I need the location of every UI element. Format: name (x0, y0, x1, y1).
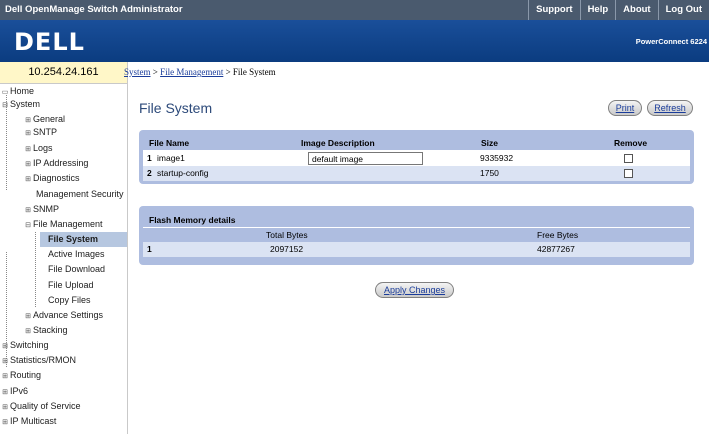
breadcrumb-separator: > (225, 67, 231, 77)
nav-item-diagnostics[interactable]: ⊞ Diagnostics (24, 171, 79, 187)
apply-changes-button[interactable]: Apply Changes (375, 282, 454, 298)
refresh-button[interactable]: Refresh (647, 100, 693, 116)
row-number: 1 (147, 153, 152, 163)
nav-item-ip-multicast[interactable]: ⊞ IP Multicast (1, 414, 56, 429)
file-size: 1750 (480, 168, 499, 178)
header-size: Size (481, 138, 499, 148)
nav-item-file-download[interactable]: File Download (48, 262, 105, 277)
nav-item-stacking[interactable]: ⊞ Stacking (24, 323, 67, 339)
expand-icon[interactable]: ⊞ (1, 354, 9, 369)
main-content: File System Print Refresh File Name Imag… (130, 84, 709, 434)
free-bytes-value: 42877267 (537, 244, 575, 254)
dell-logo: DELL (14, 28, 85, 56)
help-link[interactable]: Help (579, 0, 616, 20)
switch-ip-address: 10.254.24.161 (0, 62, 128, 84)
breadcrumb-current: File System (232, 67, 276, 77)
nav-item-statistics-rmon[interactable]: ⊞ Statistics/RMON (1, 353, 76, 368)
file-name: image1 (157, 153, 185, 163)
table-row: 1 image1 9335932 (143, 151, 690, 166)
nav-item-file-management[interactable]: ⊟ File Management (24, 217, 102, 233)
nav-item-file-upload[interactable]: File Upload (48, 278, 94, 293)
nav-item-advance-settings[interactable]: ⊞ Advance Settings (24, 308, 103, 323)
nav-item-routing[interactable]: ⊞ Routing (1, 368, 41, 383)
expand-icon[interactable]: ⊞ (1, 385, 9, 400)
page-title: File System (139, 100, 213, 116)
header-free-bytes: Free Bytes (537, 230, 579, 240)
remove-checkbox[interactable] (624, 154, 633, 163)
about-link[interactable]: About (615, 0, 657, 20)
breadcrumb-system[interactable]: System (124, 67, 151, 77)
remove-checkbox[interactable] (624, 169, 633, 178)
nav-item-snmp[interactable]: ⊞ SNMP (24, 202, 59, 217)
file-system-table: File Name Image Description Size Remove … (139, 130, 694, 184)
image-description-input[interactable] (308, 152, 423, 165)
breadcrumb: System > File Management > File System (124, 67, 276, 77)
flash-memory-title: Flash Memory details (149, 215, 236, 225)
print-button[interactable]: Print (608, 100, 642, 116)
breadcrumb-separator: > (152, 67, 158, 77)
header-divider (143, 227, 690, 228)
row-number: 2 (147, 168, 152, 178)
expand-icon[interactable]: ⊞ (24, 142, 32, 157)
header-total-bytes: Total Bytes (266, 230, 308, 240)
expand-icon[interactable]: ⊞ (24, 309, 32, 324)
collapse-icon[interactable]: ⊟ (24, 218, 32, 233)
expand-icon[interactable]: ⊞ (1, 369, 9, 384)
nav-item-ip-addressing[interactable]: ⊞ IP Addressing (24, 156, 88, 171)
header-remove: Remove (614, 138, 648, 148)
file-size: 9335932 (480, 153, 514, 163)
sidebar-nav: ▭ Home ⊟ System ⊞ General ⊞ SNTP ⊞ Logs ⊞ IP A… (0, 84, 128, 434)
nav-item-copy-files[interactable]: Copy Files (48, 293, 91, 308)
logout-link[interactable]: Log Out (657, 0, 709, 20)
expand-icon[interactable]: ⊞ (1, 415, 9, 430)
expand-icon[interactable]: ⊞ (24, 203, 32, 218)
nav-item-management-security[interactable]: Management Security (36, 187, 124, 202)
file-name: startup-config (157, 168, 209, 178)
tree-guide-line (35, 232, 36, 307)
breadcrumb-file-management[interactable]: File Management (160, 67, 223, 77)
expand-icon[interactable]: ⊞ (1, 400, 9, 415)
nav-item-system[interactable]: ⊟ System (1, 97, 40, 112)
app-title: Dell OpenManage Switch Administrator (5, 4, 183, 15)
nav-item-active-images[interactable]: Active Images (48, 247, 105, 262)
expand-icon[interactable]: ⊞ (24, 172, 32, 187)
top-bar: Dell OpenManage Switch Administrator Sup… (0, 0, 709, 20)
header-image-description: Image Description (301, 138, 375, 148)
expand-icon[interactable]: ⊞ (24, 126, 32, 141)
nav-item-sntp[interactable]: ⊞ SNTP (24, 125, 57, 140)
expand-icon[interactable]: ⊞ (24, 157, 32, 172)
header-file-name: File Name (149, 138, 190, 148)
expand-icon[interactable]: ⊞ (1, 339, 9, 354)
nav-item-quality-of-service[interactable]: ⊞ Quality of Service (1, 399, 80, 415)
top-links: Support Help About Log Out (528, 0, 709, 20)
nav-item-switching[interactable]: ⊞ Switching (1, 338, 48, 354)
banner: DELL PowerConnect 6224 (0, 20, 709, 62)
row-number: 1 (147, 244, 152, 254)
model-name: PowerConnect 6224 (635, 37, 707, 46)
collapse-icon[interactable]: ⊟ (1, 98, 9, 113)
total-bytes-value: 2097152 (270, 244, 304, 254)
nav-item-logs[interactable]: ⊞ Logs (24, 141, 52, 157)
nav-item-ipv6[interactable]: ⊞ IPv6 (1, 384, 28, 399)
table-row: 2 startup-config 1750 (143, 166, 690, 181)
support-link[interactable]: Support (528, 0, 579, 20)
expand-icon[interactable]: ⊞ (24, 324, 32, 339)
table-row: 1 2097152 42877267 (143, 242, 690, 257)
flash-memory-table: Flash Memory details Total Bytes Free By… (139, 206, 694, 265)
nav-item-file-system[interactable]: File System (40, 232, 127, 247)
